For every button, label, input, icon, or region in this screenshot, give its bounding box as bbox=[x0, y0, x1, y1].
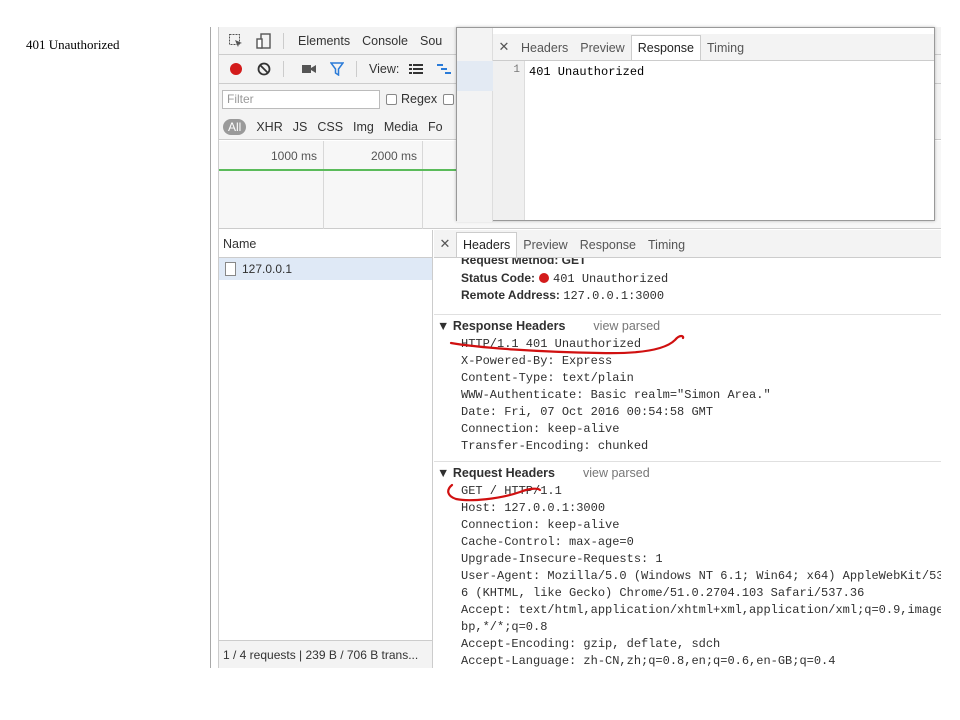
type-filter-xhr[interactable]: XHR bbox=[256, 120, 282, 134]
response-body-text: 401 Unauthorized bbox=[529, 65, 645, 79]
request-header-line: bp,*/*;q=0.8 bbox=[461, 620, 548, 634]
page-body-text: 401 Unauthorized bbox=[26, 37, 120, 52]
response-header-line: X-Powered-By: Express bbox=[461, 354, 613, 368]
regex-label: Regex bbox=[401, 92, 438, 106]
tab-preview[interactable]: Preview bbox=[517, 233, 573, 257]
device-mode-icon[interactable] bbox=[253, 30, 275, 52]
timeline-gridline bbox=[422, 141, 423, 229]
response-headers-section-title[interactable]: ▼ Response Headers view parsed bbox=[434, 314, 941, 336]
request-header-line: GET / HTTP/1.1 bbox=[461, 484, 562, 498]
close-popup-icon[interactable]: ✕ bbox=[493, 34, 515, 60]
clear-icon[interactable] bbox=[253, 58, 275, 80]
type-filter-img[interactable]: Img bbox=[353, 120, 374, 134]
type-filter-css[interactable]: CSS bbox=[317, 120, 343, 134]
tab-response[interactable]: Response bbox=[574, 233, 642, 257]
tab-headers[interactable]: Headers bbox=[456, 232, 518, 257]
inspect-element-icon[interactable] bbox=[225, 30, 247, 52]
request-header-line: 6 (KHTML, like Gecko) Chrome/51.0.2704.1… bbox=[461, 586, 865, 600]
popup-tab-headers[interactable]: Headers bbox=[515, 36, 574, 60]
request-header-line: Host: 127.0.0.1:3000 bbox=[461, 501, 606, 515]
response-header-line: HTTP/1.1 401 Unauthorized bbox=[461, 337, 642, 351]
request-list: Name 127.0.0.1 1 / 4 requests | 239 B / … bbox=[219, 230, 433, 668]
response-header-line: Date: Fri, 07 Oct 2016 00:54:58 GMT bbox=[461, 405, 714, 419]
request-header-line: Cache-Control: max-age=0 bbox=[461, 535, 634, 549]
request-headers-section-title[interactable]: ▼ Request Headers view parsed bbox=[434, 461, 941, 483]
waterfall-icon[interactable] bbox=[433, 58, 455, 80]
filter-icon[interactable] bbox=[326, 58, 348, 80]
request-method-line: Request Method: GET bbox=[461, 258, 587, 267]
popup-tab-bar: ✕ Headers Preview Response Timing bbox=[493, 34, 934, 61]
request-header-line: Connection: keep-alive bbox=[461, 518, 620, 532]
line-number: 1 bbox=[513, 64, 520, 76]
request-row[interactable]: 127.0.0.1 bbox=[219, 258, 432, 280]
response-header-line: Connection: keep-alive bbox=[461, 422, 620, 436]
filter-input[interactable]: Filter bbox=[222, 89, 380, 109]
page-divider bbox=[210, 27, 211, 668]
timeline-request-bar bbox=[219, 169, 459, 171]
view-label: View: bbox=[369, 62, 400, 76]
view-parsed-link[interactable]: view parsed bbox=[593, 319, 660, 333]
tab-console[interactable]: Console bbox=[356, 27, 414, 55]
toolbar-separator bbox=[283, 32, 284, 49]
status-code-line: Status Code: 401 Unauthorized bbox=[461, 271, 669, 286]
timeline-tick-label: 1000 ms bbox=[271, 149, 318, 163]
regex-checkbox[interactable] bbox=[386, 93, 397, 105]
details-tab-bar: ✕ Headers Preview Response Timing bbox=[434, 230, 941, 258]
request-summary-footer: 1 / 4 requests | 239 B / 706 B trans... bbox=[219, 640, 432, 668]
popup-tab-response[interactable]: Response bbox=[630, 35, 702, 60]
toolbar-separator bbox=[356, 61, 357, 77]
response-header-line: Transfer-Encoding: chunked bbox=[461, 439, 649, 453]
type-filter-all[interactable]: All bbox=[223, 118, 247, 135]
request-details-pane: ✕ Headers Preview Response Timing Reques… bbox=[434, 230, 941, 668]
popup-selected-row bbox=[457, 61, 493, 91]
request-header-line: Accept-Language: zh-CN,zh;q=0.8,en;q=0.6… bbox=[461, 654, 836, 668]
type-filter-font[interactable]: Fo bbox=[428, 120, 443, 134]
popup-tab-timing[interactable]: Timing bbox=[701, 36, 750, 60]
response-header-line: Content-Type: text/plain bbox=[461, 371, 634, 385]
timeline-tick-label: 2000 ms bbox=[371, 149, 418, 163]
name-column-header[interactable]: Name bbox=[219, 230, 432, 258]
capture-screenshots-icon[interactable] bbox=[298, 58, 320, 80]
request-header-line: Accept-Encoding: gzip, deflate, sdch bbox=[461, 637, 721, 651]
close-details-icon[interactable]: ✕ bbox=[434, 231, 456, 257]
toolbar-separator bbox=[283, 61, 284, 77]
tab-timing[interactable]: Timing bbox=[642, 233, 691, 257]
line-number-gutter: 1 bbox=[493, 61, 525, 220]
timeline-gridline bbox=[323, 141, 324, 229]
tab-sources[interactable]: Sou bbox=[414, 27, 448, 55]
popup-tab-preview[interactable]: Preview bbox=[574, 36, 630, 60]
view-parsed-link[interactable]: view parsed bbox=[583, 466, 650, 480]
status-error-icon bbox=[539, 273, 550, 283]
request-name: 127.0.0.1 bbox=[242, 262, 293, 276]
tab-elements[interactable]: Elements bbox=[292, 27, 356, 55]
response-preview-window: ✕ Headers Preview Response Timing 1 401 … bbox=[456, 27, 935, 222]
hide-data-urls-checkbox[interactable] bbox=[443, 93, 455, 105]
request-header-line: Upgrade-Insecure-Requests: 1 bbox=[461, 552, 663, 566]
popup-sidebar bbox=[457, 28, 493, 222]
request-header-line: Accept: text/html,application/xhtml+xml,… bbox=[461, 603, 941, 617]
request-header-line: User-Agent: Mozilla/5.0 (Windows NT 6.1;… bbox=[461, 569, 941, 583]
remote-address-line: Remote Address: 127.0.0.1:3000 bbox=[461, 288, 665, 303]
response-header-line: WWW-Authenticate: Basic realm="Simon Are… bbox=[461, 388, 771, 402]
type-filter-js[interactable]: JS bbox=[293, 120, 308, 134]
type-filter-media[interactable]: Media bbox=[384, 120, 418, 134]
document-icon bbox=[225, 262, 236, 276]
large-rows-icon[interactable] bbox=[405, 58, 427, 80]
record-icon[interactable] bbox=[225, 58, 247, 80]
